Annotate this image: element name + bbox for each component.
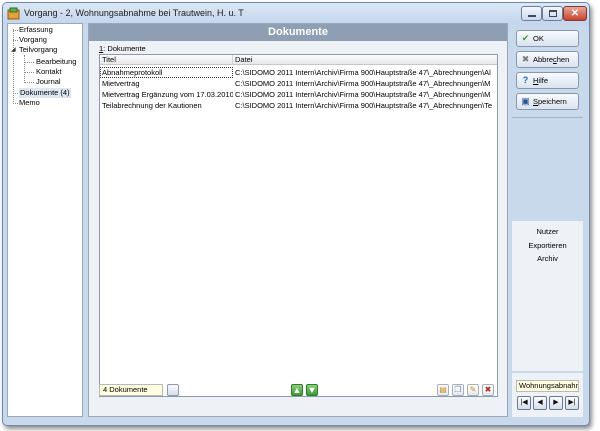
arrow-up-icon: ▲ xyxy=(292,385,302,395)
tree-connector xyxy=(24,72,34,73)
minimize-button[interactable] xyxy=(521,6,542,21)
help-icon: ? xyxy=(522,75,529,85)
record-navigator: Wohnungsabnahn |◀ ◀ ▶ ▶| xyxy=(512,373,583,417)
tree-connector xyxy=(24,55,25,83)
previous-icon: ◀ xyxy=(537,399,543,406)
next-record-button[interactable]: ▶ xyxy=(549,396,563,410)
window-title: Vorgang - 2, Wohnungsabnahme bei Trautwe… xyxy=(24,8,244,18)
edit-document-icon: ✎ xyxy=(469,385,477,394)
more-button[interactable] xyxy=(167,384,179,396)
table-row[interactable]: Abnahmeprotokoll C:\SIDOMO 2011 Intern\A… xyxy=(100,67,497,78)
navigation-tree: Erfassung Vorgang ◢ Teilvorgang Bearbeit… xyxy=(7,23,83,417)
maximize-icon xyxy=(549,10,557,17)
cancel-label-part: Abbre xyxy=(533,55,554,64)
add-document-button[interactable]: ▤ xyxy=(437,384,449,396)
first-record-button[interactable]: |◀ xyxy=(517,396,531,410)
table-row[interactable]: Teilabrechnung der Kautionen C:\SIDOMO 2… xyxy=(100,100,497,111)
separator xyxy=(512,117,583,118)
cell-datei[interactable]: C:\SIDOMO 2011 Intern\Archiv\Firma 900\H… xyxy=(233,78,497,89)
main-window: Vorgang - 2, Wohnungsabnahme bei Trautwe… xyxy=(2,2,590,426)
command-bar: ✔ OK ✖ Abbrechen ? Hilfe ▣ Speichern Nutzer … xyxy=(512,23,583,417)
copy-document-button[interactable]: ❐ xyxy=(452,384,464,396)
cell-datei[interactable]: C:\SIDOMO 2011 Intern\Archiv\Firma 900\H… xyxy=(233,67,497,78)
table-row[interactable]: Mietvertrag C:\SIDOMO 2011 Intern\Archiv… xyxy=(100,78,497,89)
cancel-label-part: hen xyxy=(556,55,570,64)
cancel-icon: ✖ xyxy=(521,54,530,64)
checkmark-icon: ✔ xyxy=(521,33,530,43)
maximize-button[interactable] xyxy=(542,6,563,21)
add-document-icon: ▤ xyxy=(439,385,447,394)
next-icon: ▶ xyxy=(553,399,559,406)
close-button[interactable]: ✕ xyxy=(563,6,587,21)
exportieren-link[interactable]: Exportieren xyxy=(512,241,583,250)
column-header-titel[interactable]: Titel xyxy=(100,55,233,65)
column-header-datei[interactable]: Datei xyxy=(233,55,499,65)
cell-datei[interactable]: C:\SIDOMO 2011 Intern\Archiv\Firma 900\H… xyxy=(233,89,497,100)
cell-titel[interactable]: Mietvertrag Ergänzung vom 17.03.2010 xyxy=(100,89,233,100)
tab-label: : Dokumente xyxy=(103,44,146,53)
tree-connector xyxy=(13,93,18,94)
table-header: Titel Datei xyxy=(100,55,497,65)
ok-label: OK xyxy=(533,34,544,43)
archiv-link[interactable]: Archiv xyxy=(512,254,583,263)
tree-item-bearbeitung[interactable]: Bearbeitung xyxy=(36,57,76,67)
save-icon: ▣ xyxy=(521,96,530,106)
tree-connector xyxy=(24,82,34,83)
documents-tab[interactable]: 1: Dokumente xyxy=(99,44,146,53)
actions-panel: Nutzer Exportieren Archiv xyxy=(512,221,583,371)
first-icon: |◀ xyxy=(520,399,528,406)
cancel-button[interactable]: ✖ Abbrechen xyxy=(516,51,579,68)
move-down-button[interactable]: ▼ xyxy=(306,384,318,396)
title-bar[interactable]: Vorgang - 2, Wohnungsabnahme bei Trautwe… xyxy=(3,3,589,25)
collapse-icon[interactable]: ◢ xyxy=(11,45,16,55)
document-count: 4 Dokumente xyxy=(99,384,163,396)
nutzer-link[interactable]: Nutzer xyxy=(512,227,583,236)
previous-record-button[interactable]: ◀ xyxy=(533,396,547,410)
tree-item-teilvorgang[interactable]: Teilvorgang xyxy=(19,45,57,55)
tree-connector xyxy=(13,40,18,41)
delete-document-button[interactable]: ✖ xyxy=(482,384,494,396)
tree-connector xyxy=(13,103,18,104)
copy-document-icon: ❐ xyxy=(454,385,462,394)
current-record-field[interactable]: Wohnungsabnahn xyxy=(516,380,579,392)
tree-item-kontakt[interactable]: Kontakt xyxy=(36,67,61,77)
move-up-button[interactable]: ▲ xyxy=(291,384,303,396)
last-icon: ▶| xyxy=(568,399,576,406)
help-button[interactable]: ? Hilfe xyxy=(516,72,579,89)
help-label-part: ilfe xyxy=(538,76,549,85)
minimize-icon xyxy=(528,15,536,17)
tree-item-vorgang[interactable]: Vorgang xyxy=(19,35,47,45)
delete-document-icon: ✖ xyxy=(484,385,492,394)
save-label-part: peichern xyxy=(538,97,567,106)
cell-titel[interactable]: Teilabrechnung der Kautionen xyxy=(100,100,233,111)
close-icon: ✕ xyxy=(570,8,580,19)
last-record-button[interactable]: ▶| xyxy=(565,396,579,410)
cell-datei[interactable]: C:\SIDOMO 2011 Intern\Archiv\Firma 900\H… xyxy=(233,100,497,111)
table-row[interactable]: Mietvertrag Ergänzung vom 17.03.2010 C:\… xyxy=(100,89,497,100)
cell-titel[interactable]: Mietvertrag xyxy=(100,78,233,89)
save-button[interactable]: ▣ Speichern xyxy=(516,93,579,110)
tree-item-journal[interactable]: Journal xyxy=(36,77,61,87)
documents-table[interactable]: Titel Datei Abnahmeprotokoll C:\SIDOMO 2… xyxy=(99,54,498,397)
tree-connector xyxy=(24,62,34,63)
edit-document-button[interactable]: ✎ xyxy=(467,384,479,396)
arrow-down-icon: ▼ xyxy=(307,385,317,395)
panel-title: Dokumente xyxy=(268,26,328,38)
app-icon xyxy=(7,7,20,20)
ok-button[interactable]: ✔ OK xyxy=(516,30,579,47)
tree-item-memo[interactable]: Memo xyxy=(19,98,40,108)
tree-item-dokumente[interactable]: Dokumente (4) xyxy=(19,88,71,98)
cell-titel[interactable]: Abnahmeprotokoll xyxy=(100,67,233,78)
tree-item-erfassung[interactable]: Erfassung xyxy=(19,25,53,35)
panel-header: Dokumente xyxy=(89,24,507,41)
tree-connector xyxy=(13,30,18,31)
documents-panel: Dokumente 1: Dokumente Titel Datei Abnah… xyxy=(88,23,508,417)
